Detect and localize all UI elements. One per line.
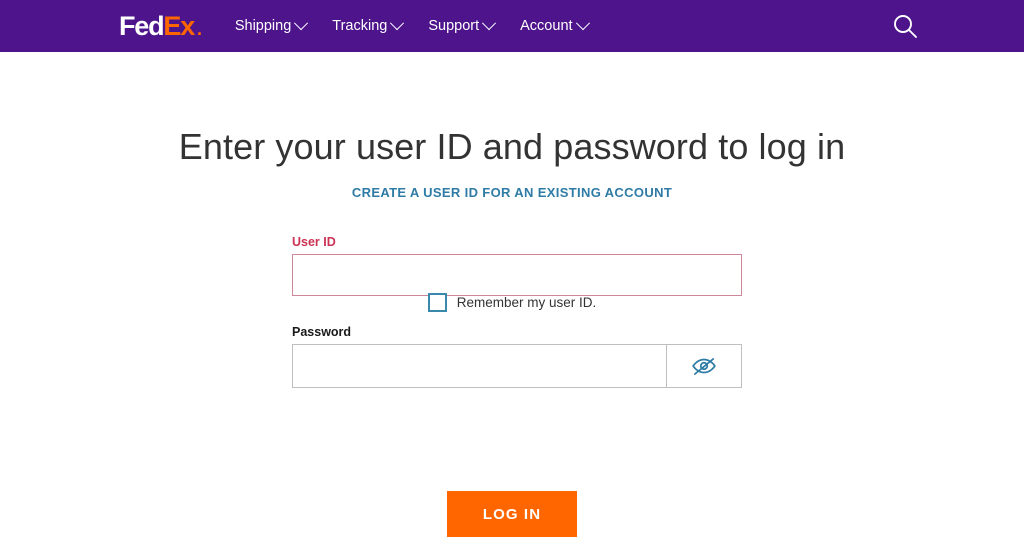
nav-item-account[interactable]: Account <box>520 16 590 34</box>
nav-item-shipping-label: Shipping <box>234 18 292 34</box>
password-label: Password <box>292 325 352 339</box>
search-button[interactable] <box>888 9 922 43</box>
chevron-down-icon <box>390 16 405 31</box>
nav-item-tracking-label: Tracking <box>332 18 388 34</box>
logo-dot: . <box>197 18 202 39</box>
remember-my-user-id-label[interactable]: Remember my user ID. <box>457 295 597 310</box>
chevron-down-icon <box>575 16 590 31</box>
chevron-down-icon <box>294 16 309 31</box>
user-id-field-group: User ID <box>292 235 742 296</box>
logo-fed-text: Fed <box>119 10 165 41</box>
password-input-row <box>292 344 742 388</box>
main-navigation: Shipping Tracking Support Account <box>234 16 590 34</box>
eye-off-icon <box>692 358 716 375</box>
nav-item-shipping[interactable]: Shipping <box>234 16 309 34</box>
site-header: Fed Ex. Shipping Tracking Support Account <box>0 0 1024 52</box>
login-page-content: Enter your user ID and password to log i… <box>0 52 1024 545</box>
nav-item-tracking[interactable]: Tracking <box>332 16 405 34</box>
nav-item-support[interactable]: Support <box>428 16 497 34</box>
logo-ex-text: Ex <box>163 10 195 41</box>
create-user-id-link[interactable]: CREATE A USER ID FOR AN EXISTING ACCOUNT <box>0 185 1024 200</box>
remember-user-id-row: Remember my user ID. <box>0 293 1024 312</box>
user-id-input[interactable] <box>292 254 742 296</box>
remember-my-user-id-checkbox[interactable] <box>427 293 447 312</box>
fedex-logo[interactable]: Fed Ex. <box>119 10 202 41</box>
user-id-label: User ID <box>292 235 336 249</box>
page-title: Enter your user ID and password to log i… <box>178 126 846 168</box>
nav-item-support-label: Support <box>428 18 480 34</box>
login-button-container: LOG IN <box>0 491 1024 537</box>
nav-item-account-label: Account <box>520 18 573 34</box>
log-in-button[interactable]: LOG IN <box>447 491 577 537</box>
search-icon <box>894 15 917 38</box>
password-input[interactable] <box>292 344 666 388</box>
chevron-down-icon <box>482 16 497 31</box>
toggle-password-visibility-button[interactable] <box>666 344 742 388</box>
password-field-group: Password <box>292 325 742 388</box>
